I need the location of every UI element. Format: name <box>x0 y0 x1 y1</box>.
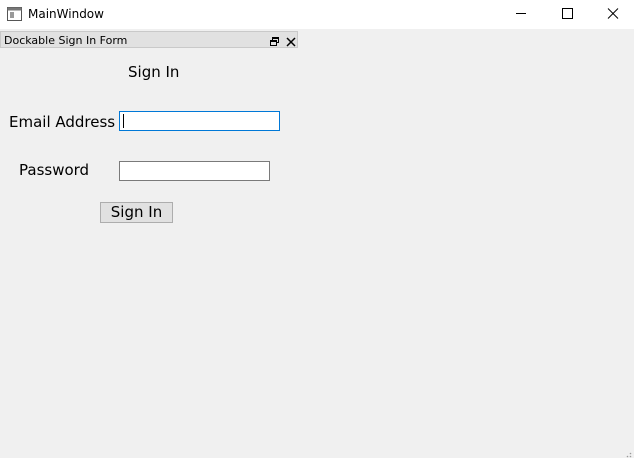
minimize-button[interactable] <box>498 0 544 29</box>
dock-titlebar[interactable]: Dockable Sign In Form <box>0 31 298 48</box>
window-titlebar[interactable]: MainWindow <box>0 0 634 29</box>
app-window-icon <box>7 6 22 21</box>
dock-title: Dockable Sign In Form <box>4 34 128 47</box>
close-window-button[interactable] <box>590 0 634 29</box>
form-heading: Sign In <box>128 63 180 81</box>
main-window: MainWindow Dockable Sign In Form Sign In… <box>0 0 634 458</box>
resize-grip-icon[interactable] <box>622 446 632 458</box>
password-label: Password <box>19 161 90 179</box>
float-icon[interactable] <box>269 33 281 46</box>
email-label: Email Address <box>9 113 116 131</box>
maximize-button[interactable] <box>544 0 590 29</box>
window-title: MainWindow <box>28 7 104 21</box>
sign-in-button[interactable]: Sign In <box>100 202 173 223</box>
password-field[interactable] <box>119 161 270 181</box>
email-field[interactable] <box>119 111 280 131</box>
dock-close-icon[interactable] <box>285 33 297 47</box>
text-caret <box>123 114 124 128</box>
